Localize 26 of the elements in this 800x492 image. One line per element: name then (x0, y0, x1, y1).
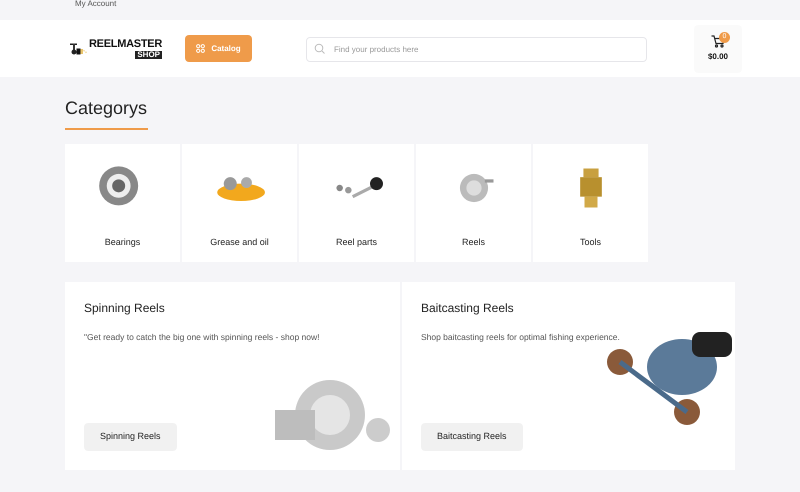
category-label: Bearings (104, 236, 140, 249)
cart-total: $0.00 (708, 50, 728, 62)
cart-icon (711, 34, 725, 48)
category-card[interactable]: Bearings (65, 144, 180, 262)
my-account-link[interactable]: My Account (75, 0, 116, 8)
category-label: Tools (580, 236, 601, 249)
promo-button[interactable]: Spinning Reels (84, 423, 177, 451)
logo-title: REELMASTER (88, 38, 162, 50)
category-card[interactable]: Reels (416, 144, 531, 262)
logo-subtitle: SHOP (135, 50, 162, 58)
promo-text: "Get ready to catch the big one with spinning reels - shop now! (84, 331, 320, 344)
promo-text: Shop baitcasting reels for optimal fishing experience. (420, 331, 621, 344)
category-label: Reels (462, 236, 485, 249)
logo[interactable]: REELMASTER SHOP (70, 38, 162, 60)
search-field[interactable]: Find your products here (306, 37, 647, 62)
category-card[interactable]: Reel parts (299, 144, 414, 262)
category-card[interactable]: Tools (533, 144, 648, 262)
promo-button[interactable]: Baitcasting Reels (420, 423, 522, 451)
category-label: Grease and oil (210, 236, 269, 249)
promo-title: Spinning Reels (84, 301, 166, 315)
section-title: Categorys (65, 97, 148, 120)
category-label: Reel parts (336, 236, 378, 249)
grid-icon (196, 44, 206, 53)
search-icon (314, 43, 325, 54)
category-card[interactable]: Grease and oil (182, 144, 297, 262)
promo-title: Baitcasting Reels (420, 301, 515, 315)
